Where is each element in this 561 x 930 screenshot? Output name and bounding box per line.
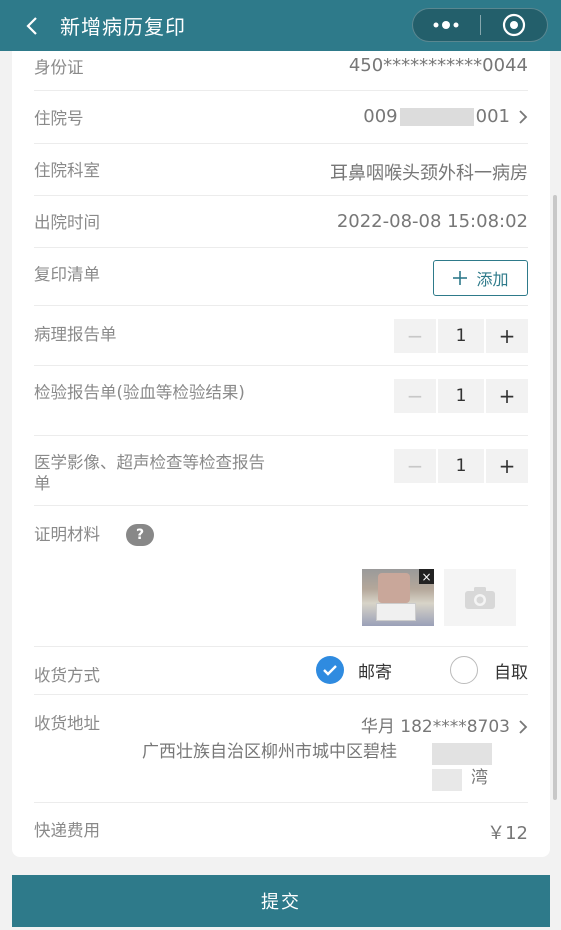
quantity-value[interactable]: 1 bbox=[438, 379, 484, 413]
photo-id-card bbox=[376, 603, 416, 621]
row-id-card: 身份证 450***********0044 bbox=[34, 51, 528, 91]
more-button[interactable] bbox=[413, 9, 480, 41]
id-card-value: 450***********0044 bbox=[348, 55, 528, 76]
delivery-radio-group: 邮寄 自取 bbox=[316, 656, 528, 684]
express-fee-label: 快递费用 bbox=[34, 821, 100, 840]
radio-mail[interactable]: 邮寄 bbox=[316, 656, 392, 684]
inpatient-no-prefix: 009 bbox=[363, 106, 398, 127]
item-label: 医学影像、超声检查等检查报告单 bbox=[34, 453, 265, 493]
back-arrow-icon bbox=[26, 16, 37, 35]
radio-mail-label: 邮寄 bbox=[358, 662, 392, 683]
chevron-right-icon bbox=[519, 110, 528, 124]
row-inpatient-no[interactable]: 住院号 009 001 bbox=[34, 91, 528, 144]
quantity-stepper: − 1 + bbox=[394, 449, 528, 483]
increment-button[interactable]: + bbox=[486, 319, 528, 353]
target-circle-icon bbox=[502, 13, 525, 37]
discharge-time-value: 2022-08-08 15:08:02 bbox=[336, 211, 528, 232]
mini-program-capsule bbox=[412, 8, 548, 42]
address-label: 收货地址 bbox=[34, 714, 100, 733]
form-card: 身份证 450***********0044 住院号 009 001 住院科室 耳… bbox=[12, 51, 550, 857]
quantity-stepper: − 1 + bbox=[394, 319, 528, 353]
help-icon[interactable]: ? bbox=[126, 524, 154, 546]
item-label: 检验报告单(验血等检验结果) bbox=[34, 383, 245, 402]
address-contact: 华月 182****8703 bbox=[361, 712, 528, 737]
inpatient-no-label: 住院号 bbox=[34, 109, 84, 128]
quantity-value[interactable]: 1 bbox=[438, 319, 484, 353]
proof-label: 证明材料 bbox=[34, 525, 100, 544]
close-miniprogram-button[interactable] bbox=[481, 9, 548, 41]
row-item-imaging: 医学影像、超声检查等检查报告单 − 1 + bbox=[34, 436, 528, 506]
check-icon bbox=[323, 665, 337, 676]
address-detail: 广西壮族自治区柳州市城中区碧桂 湾 bbox=[120, 739, 488, 791]
chevron-right-icon bbox=[519, 720, 528, 734]
quantity-value[interactable]: 1 bbox=[438, 449, 484, 483]
increment-button[interactable]: + bbox=[486, 379, 528, 413]
plus-icon bbox=[453, 271, 468, 285]
quantity-stepper: − 1 + bbox=[394, 379, 528, 413]
radio-pickup-label: 自取 bbox=[494, 662, 528, 683]
address-contact-text: 华月 182****8703 bbox=[360, 717, 510, 737]
decrement-button[interactable]: − bbox=[394, 449, 436, 483]
copy-list-label: 复印清单 bbox=[34, 265, 100, 284]
add-button[interactable]: 添加 bbox=[433, 260, 528, 296]
row-discharge-time: 出院时间 2022-08-08 15:08:02 bbox=[34, 196, 528, 248]
department-label: 住院科室 bbox=[34, 161, 100, 180]
more-dots-icon bbox=[433, 21, 459, 29]
masked-block bbox=[432, 743, 492, 765]
camera-icon bbox=[465, 586, 495, 609]
back-button[interactable] bbox=[12, 0, 52, 51]
discharge-time-label: 出院时间 bbox=[34, 213, 100, 232]
decrement-button[interactable]: − bbox=[394, 379, 436, 413]
radio-checked bbox=[316, 656, 344, 684]
department-value: 耳鼻咽喉头颈外科一病房 bbox=[330, 163, 528, 184]
row-express-fee: 快递费用 ￥12 bbox=[34, 803, 528, 857]
id-card-label: 身份证 bbox=[34, 58, 84, 77]
photo-face bbox=[378, 573, 410, 603]
increment-button[interactable]: + bbox=[486, 449, 528, 483]
row-delivery: 收货方式 邮寄 自取 bbox=[34, 647, 528, 695]
row-copy-list: 复印清单 添加 bbox=[34, 248, 528, 306]
decrement-button[interactable]: − bbox=[394, 319, 436, 353]
upload-photo-button[interactable] bbox=[444, 569, 516, 626]
submit-button[interactable]: 提交 bbox=[12, 875, 550, 927]
masked-block bbox=[399, 108, 474, 126]
scrollbar[interactable] bbox=[553, 195, 557, 800]
nav-header: 新增病历复印 bbox=[0, 0, 561, 51]
masked-block bbox=[432, 769, 462, 791]
inpatient-no-suffix: 001 bbox=[475, 106, 510, 127]
row-item-pathology: 病理报告单 − 1 + bbox=[34, 306, 528, 366]
address-line1: 广西壮族自治区柳州市城中区碧桂 bbox=[142, 742, 397, 762]
row-item-lab: 检验报告单(验血等检验结果) − 1 + bbox=[34, 366, 528, 436]
row-department: 住院科室 耳鼻咽喉头颈外科一病房 bbox=[34, 144, 528, 196]
delivery-label: 收货方式 bbox=[34, 666, 100, 685]
inpatient-no-value: 009 001 bbox=[363, 106, 528, 127]
close-icon[interactable]: × bbox=[419, 569, 434, 584]
express-fee-value: ￥12 bbox=[487, 823, 528, 844]
radio-unchecked bbox=[450, 656, 478, 684]
add-label: 添加 bbox=[476, 270, 509, 289]
item-label: 病理报告单 bbox=[34, 325, 117, 344]
uploaded-photo[interactable]: × bbox=[362, 569, 434, 626]
radio-pickup[interactable]: 自取 bbox=[450, 656, 528, 684]
page-title: 新增病历复印 bbox=[60, 15, 186, 39]
